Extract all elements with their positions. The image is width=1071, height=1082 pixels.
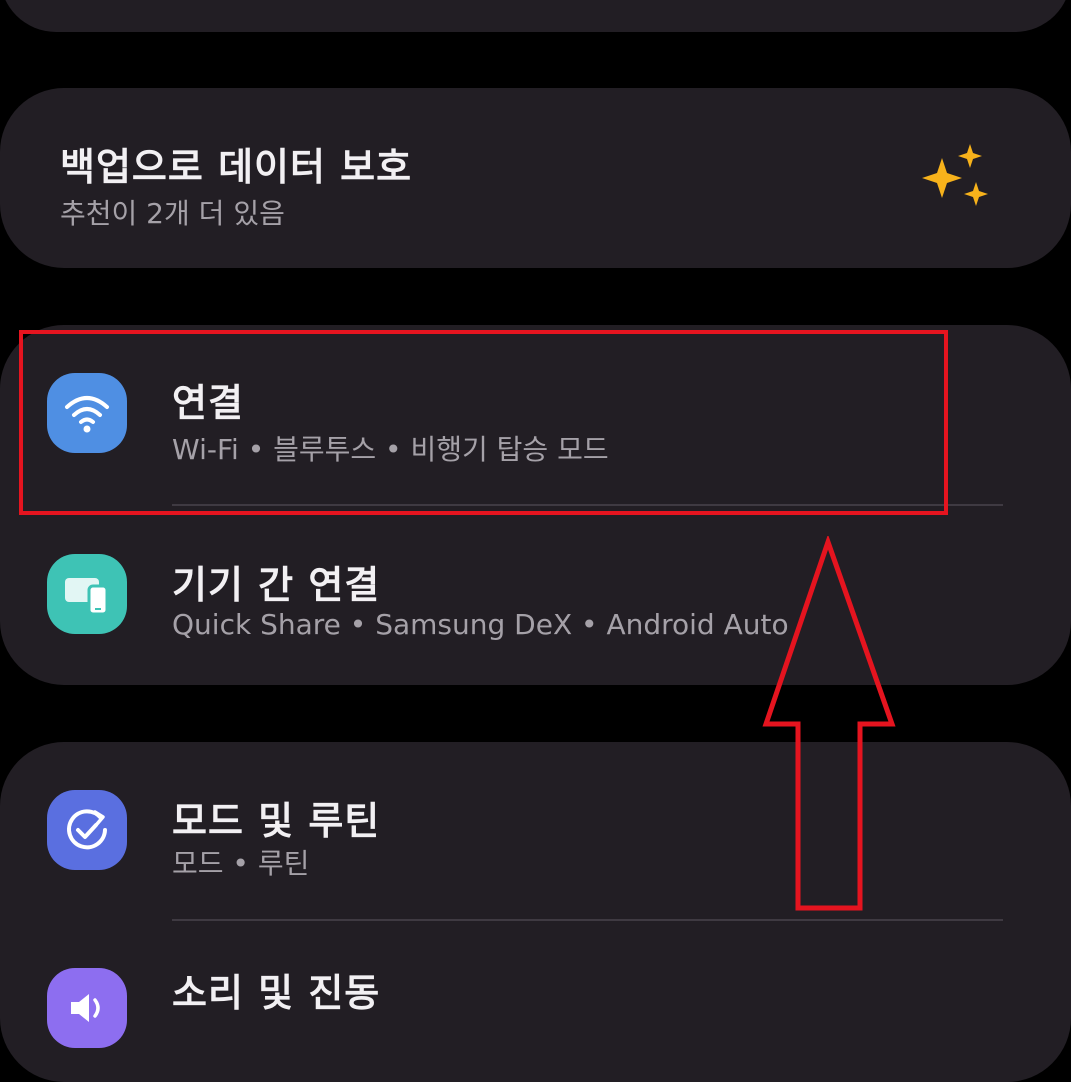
settings-item-title: 모드 및 루틴	[172, 799, 381, 843]
divider	[172, 919, 1003, 921]
settings-item-subtitle: 모드 • 루틴	[172, 847, 310, 880]
divider	[172, 504, 1003, 506]
sparkle-icon	[922, 144, 988, 206]
settings-item-title: 소리 및 진동	[172, 971, 381, 1015]
settings-item-title: 연결	[172, 381, 244, 425]
devices-icon	[47, 554, 127, 634]
check-circle-icon	[47, 790, 127, 870]
settings-item-subtitle: Quick Share • Samsung DeX • Android Auto	[172, 608, 789, 641]
backup-subtitle: 추천이 2개 더 있음	[60, 197, 285, 230]
settings-item-subtitle: Wi-Fi • 블루투스 • 비행기 탑승 모드	[172, 433, 609, 466]
backup-title: 백업으로 데이터 보호	[60, 145, 413, 189]
wifi-icon	[47, 373, 127, 453]
backup-suggestion-card[interactable]: 백업으로 데이터 보호 추천이 2개 더 있음	[0, 88, 1071, 268]
modes-card	[0, 742, 1071, 1082]
sound-icon	[47, 968, 127, 1048]
settings-item-title: 기기 간 연결	[172, 563, 381, 607]
profile-card[interactable]	[0, 0, 1071, 32]
